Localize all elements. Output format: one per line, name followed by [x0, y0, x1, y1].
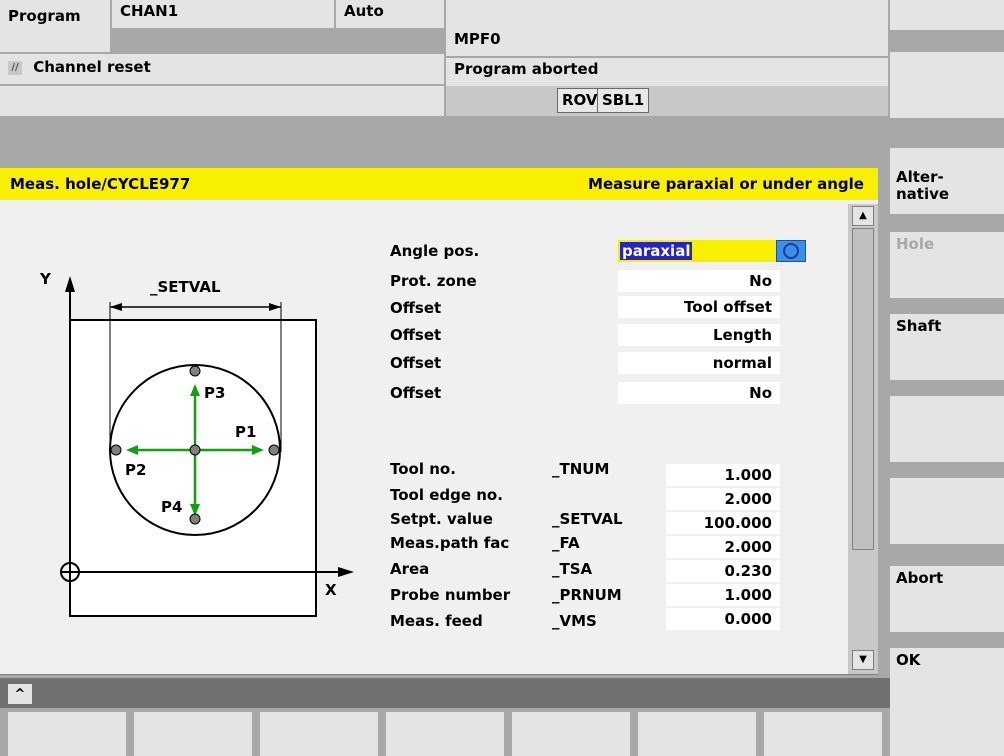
- softkey-shaft[interactable]: Shaft: [890, 314, 1004, 380]
- x-axis-label: X: [325, 581, 337, 599]
- area-field[interactable]: 0.230: [666, 560, 780, 582]
- program-status-text: Program aborted: [454, 60, 599, 78]
- angle-pos-value: paraxial: [620, 242, 693, 260]
- param-label-probe: Probe number: [390, 586, 511, 604]
- dialog-title-bar: Meas. hole/CYCLE977 Measure paraxial or …: [0, 168, 878, 200]
- hkey-1[interactable]: [8, 712, 126, 756]
- meas-path-field[interactable]: 2.000: [666, 536, 780, 558]
- hkey-6[interactable]: [638, 712, 756, 756]
- dialog-body: _SETVAL Y X P1 P2 P3 P4 Angle pos. parax…: [0, 200, 878, 675]
- alternative-label: Alter- native: [896, 168, 950, 203]
- param-label-prot-zone: Prot. zone: [390, 272, 477, 290]
- softkey-abort[interactable]: Abort: [890, 566, 1004, 632]
- p3-point: [189, 365, 201, 377]
- hkey-8[interactable]: [890, 712, 1004, 756]
- param-var-prnum: _PRNUM: [552, 586, 622, 604]
- param-label-setpt: Setpt. value: [390, 510, 493, 528]
- prot-zone-field[interactable]: No: [618, 270, 780, 292]
- toggle-button[interactable]: [776, 240, 806, 262]
- header-flags-bar: [446, 86, 888, 116]
- mode-label: Auto: [344, 2, 384, 20]
- hkey-3[interactable]: [260, 712, 378, 756]
- softkey-hole[interactable]: Hole: [890, 232, 1004, 298]
- tool-no-field[interactable]: 1.000: [666, 464, 780, 486]
- param-label-tool-no: Tool no.: [390, 460, 456, 478]
- tool-edge-field[interactable]: 2.000: [666, 488, 780, 510]
- scroll-up-button[interactable]: ▲: [852, 206, 874, 226]
- flag-sbl1: SBL1: [597, 88, 650, 113]
- param-label-area: Area: [390, 560, 430, 578]
- area-label: Program: [8, 7, 81, 25]
- param-label-meas-feed: Meas. feed: [390, 612, 483, 630]
- param-var-tnum: _TNUM: [552, 460, 610, 478]
- header-channel: CHAN1: [112, 0, 334, 28]
- param-label-tool-edge: Tool edge no.: [390, 486, 503, 504]
- softkey-7[interactable]: [890, 478, 1004, 544]
- scrollbar-thumb[interactable]: [852, 228, 874, 550]
- param-var-vms: _VMS: [552, 612, 597, 630]
- dialog-title: Meas. hole/CYCLE977: [10, 175, 191, 193]
- flag-rov: ROV: [557, 88, 603, 113]
- param-label-meas-path: Meas.path fac: [390, 534, 510, 552]
- recall-button[interactable]: ^: [8, 684, 32, 704]
- header-channel-status: // Channel reset: [0, 54, 444, 84]
- softkey-1[interactable]: [890, 0, 1004, 30]
- channel-label: CHAN1: [120, 2, 179, 20]
- reset-icon: //: [8, 60, 22, 75]
- header-program: MPF0: [446, 0, 888, 56]
- param-label-offset-2: Offset: [390, 326, 442, 344]
- p4-point: [189, 513, 201, 525]
- header-program-status: Program aborted: [446, 58, 888, 86]
- toggle-circle-icon: [783, 243, 799, 259]
- softkey-2[interactable]: [890, 52, 1004, 118]
- bottom-bar: [0, 678, 890, 708]
- header-mode: Auto: [336, 0, 444, 28]
- channel-status-text: Channel reset: [33, 58, 151, 76]
- setpt-field[interactable]: 100.000: [666, 512, 780, 534]
- program-name: MPF0: [454, 30, 501, 48]
- header-area: Program: [0, 0, 110, 52]
- dialog-subtitle: Measure paraxial or under angle: [588, 175, 864, 193]
- softkey-alternative[interactable]: Alter- native: [890, 148, 1004, 214]
- param-label-offset-4: Offset: [390, 384, 442, 402]
- offset-length-field[interactable]: Length: [618, 324, 780, 346]
- hkey-4[interactable]: [386, 712, 504, 756]
- scroll-down-button[interactable]: ▼: [852, 650, 874, 670]
- param-var-fa: _FA: [552, 534, 580, 552]
- offset-type-field[interactable]: Tool offset: [618, 296, 780, 318]
- param-var-setval: _SETVAL: [552, 510, 623, 528]
- p1-point: [268, 444, 280, 456]
- p2-point: [110, 444, 122, 456]
- header-status-bar: [0, 86, 444, 116]
- softkey-6[interactable]: [890, 396, 1004, 462]
- meas-feed-field[interactable]: 0.000: [666, 608, 780, 630]
- p4-label: P4: [161, 498, 182, 516]
- angle-pos-field[interactable]: paraxial: [618, 240, 780, 262]
- dim-label: _SETVAL: [150, 278, 221, 296]
- offset-no-field[interactable]: No: [618, 382, 780, 404]
- hkey-7[interactable]: [764, 712, 882, 756]
- hole-measurement-graphic: _SETVAL Y X P1 P2 P3 P4: [39, 270, 354, 617]
- offset-normal-field[interactable]: normal: [618, 352, 780, 374]
- param-var-tsa: _TSA: [552, 560, 593, 578]
- softkey-ok[interactable]: OK: [890, 648, 1004, 714]
- p3-label: P3: [204, 384, 225, 402]
- probe-field[interactable]: 1.000: [666, 584, 780, 606]
- param-label-offset-1: Offset: [390, 299, 442, 317]
- param-label-offset-3: Offset: [390, 354, 442, 372]
- y-axis-label: Y: [39, 270, 52, 288]
- hkey-2[interactable]: [134, 712, 252, 756]
- p1-label: P1: [235, 423, 256, 441]
- param-label-angle-pos: Angle pos.: [390, 242, 480, 260]
- hkey-5[interactable]: [512, 712, 630, 756]
- p2-label: P2: [125, 461, 146, 479]
